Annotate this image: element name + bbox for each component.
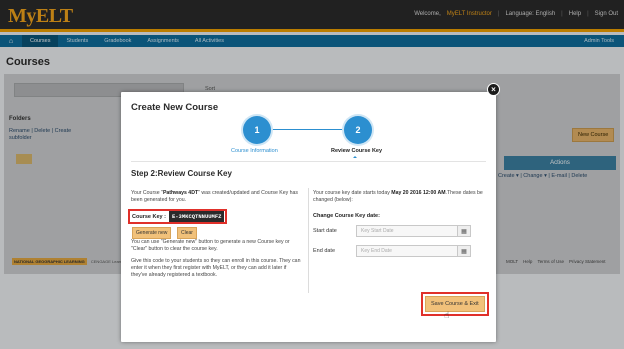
- course-key-row: Course Key : E-3MKCQTNNUUMFZ: [128, 209, 228, 224]
- help-text-generate: You can use "Generate new" button to gen…: [131, 239, 290, 252]
- course-name: Pathways 4DT: [162, 190, 199, 196]
- hand-cursor-icon: ☝: [444, 310, 450, 320]
- change-date-title: Change Course Key date:: [313, 213, 380, 219]
- step-2-indicator: 2: [344, 116, 372, 144]
- clear-button[interactable]: Clear: [177, 227, 197, 239]
- step-1-label[interactable]: Course Information: [231, 148, 278, 154]
- step-1-indicator[interactable]: 1: [243, 116, 271, 144]
- end-date-input[interactable]: Key End Date ▦: [356, 245, 471, 257]
- generate-new-button[interactable]: Generate new: [132, 227, 172, 239]
- step-2-label: Review Course Key: [331, 148, 383, 158]
- start-date-placeholder: Key Start Date: [361, 228, 394, 234]
- save-button-highlight: Save Course & Exit: [421, 292, 489, 316]
- end-date-label: End date: [313, 248, 336, 254]
- step-heading: Step 2:Review Course Key: [131, 169, 232, 178]
- course-key-value: E-3MKCQTNNUUMFZ: [168, 211, 225, 222]
- calendar-icon[interactable]: ▦: [457, 246, 470, 256]
- create-course-modal: Create New Course 1 2 Course Information…: [121, 92, 496, 342]
- key-start-date: May 20 2016 12:00 AM: [391, 190, 446, 196]
- help-text-enroll: Give this code to your students so they …: [131, 258, 301, 278]
- divider: [131, 161, 486, 162]
- modal-title: Create New Course: [131, 102, 219, 113]
- close-icon[interactable]: ×: [487, 83, 500, 96]
- intro-text: Your Course "Pathways 4DT" was created/u…: [131, 190, 299, 203]
- end-date-placeholder: Key End Date: [361, 248, 392, 254]
- column-divider: [308, 188, 309, 293]
- calendar-icon[interactable]: ▦: [457, 226, 470, 236]
- start-date-label: Start date: [313, 228, 337, 234]
- course-key-label: Course Key :: [132, 213, 166, 220]
- date-intro-text: Your course key date starts today May 20…: [313, 190, 483, 203]
- start-date-input[interactable]: Key Start Date ▦: [356, 225, 471, 237]
- save-course-exit-button[interactable]: Save Course & Exit: [425, 296, 485, 312]
- step-progress-line: [257, 129, 357, 130]
